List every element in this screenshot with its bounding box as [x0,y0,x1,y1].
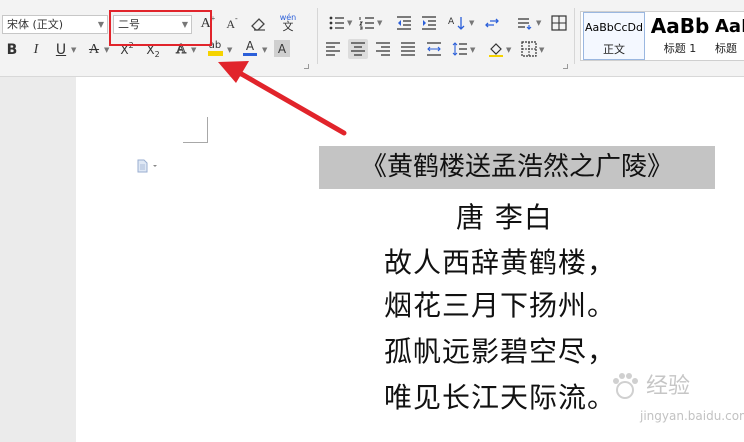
watermark-url: jingyan.baidu.com [640,409,744,423]
watermark-text: 经验 [646,374,691,399]
watermark-logo: 经验 [608,368,690,404]
paw-icon [613,373,638,399]
